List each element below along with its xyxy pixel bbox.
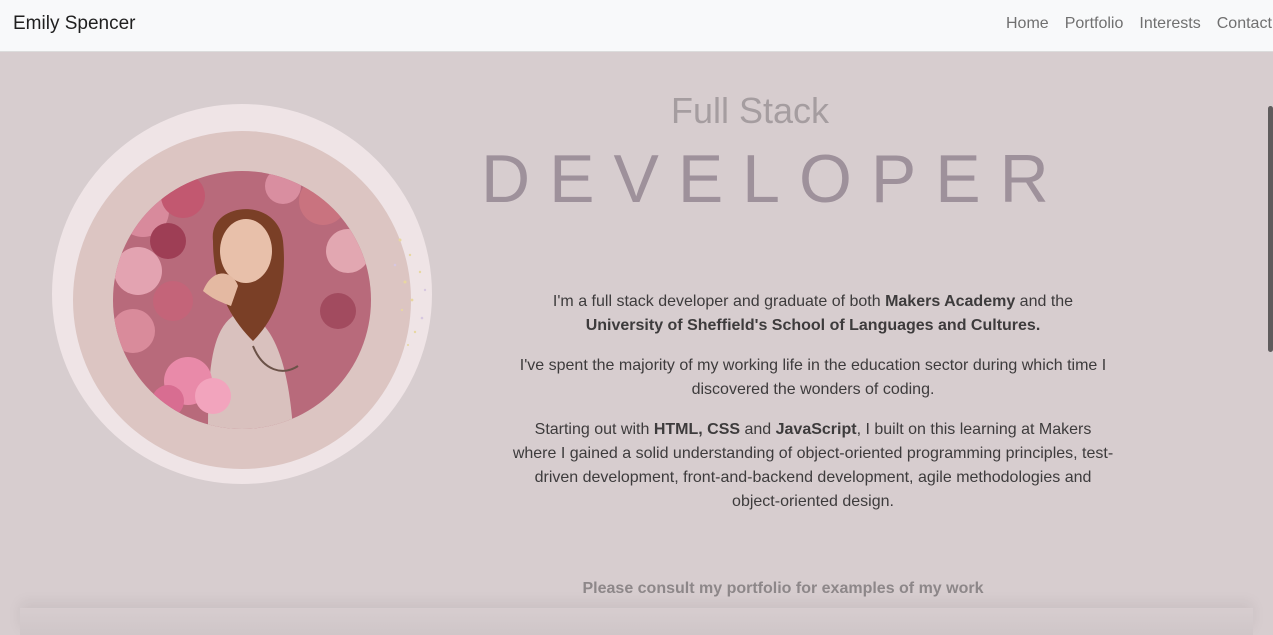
hero-title: DEVELOPER [481,141,1068,217]
nav-interests[interactable]: Interests [1139,15,1200,33]
nav-home[interactable]: Home [1006,15,1049,33]
hero-subtitle: Full Stack [670,90,830,131]
scrollbar-thumb[interactable] [1268,106,1273,352]
brand-name[interactable]: Emily Spencer [13,13,136,35]
nav-contact[interactable]: Contact [1217,15,1272,33]
bio-paragraph-3: Starting out with HTML, CSS and JavaScri… [512,421,1114,510]
sparkle-decoration [393,238,427,346]
navbar: Emily Spencer Home Portfolio Interests C… [0,0,1273,52]
profile-photo [113,171,371,429]
bio-paragraph-2: I've spent the majority of my working li… [519,357,1107,398]
bio-paragraph-1: I'm a full stack developer and graduate … [552,293,1074,334]
bio-section: I'm a full stack developer and graduate … [512,290,1114,530]
section-divider [20,608,1253,635]
makers-academy: Makers Academy [885,293,1016,310]
portfolio-cta: Please consult my portfolio for examples… [582,580,984,597]
nav-portfolio[interactable]: Portfolio [1065,15,1124,33]
nav-links: Home Portfolio Interests Contact [1006,15,1273,33]
university: University of Sheffield's School of Lang… [585,317,1041,334]
